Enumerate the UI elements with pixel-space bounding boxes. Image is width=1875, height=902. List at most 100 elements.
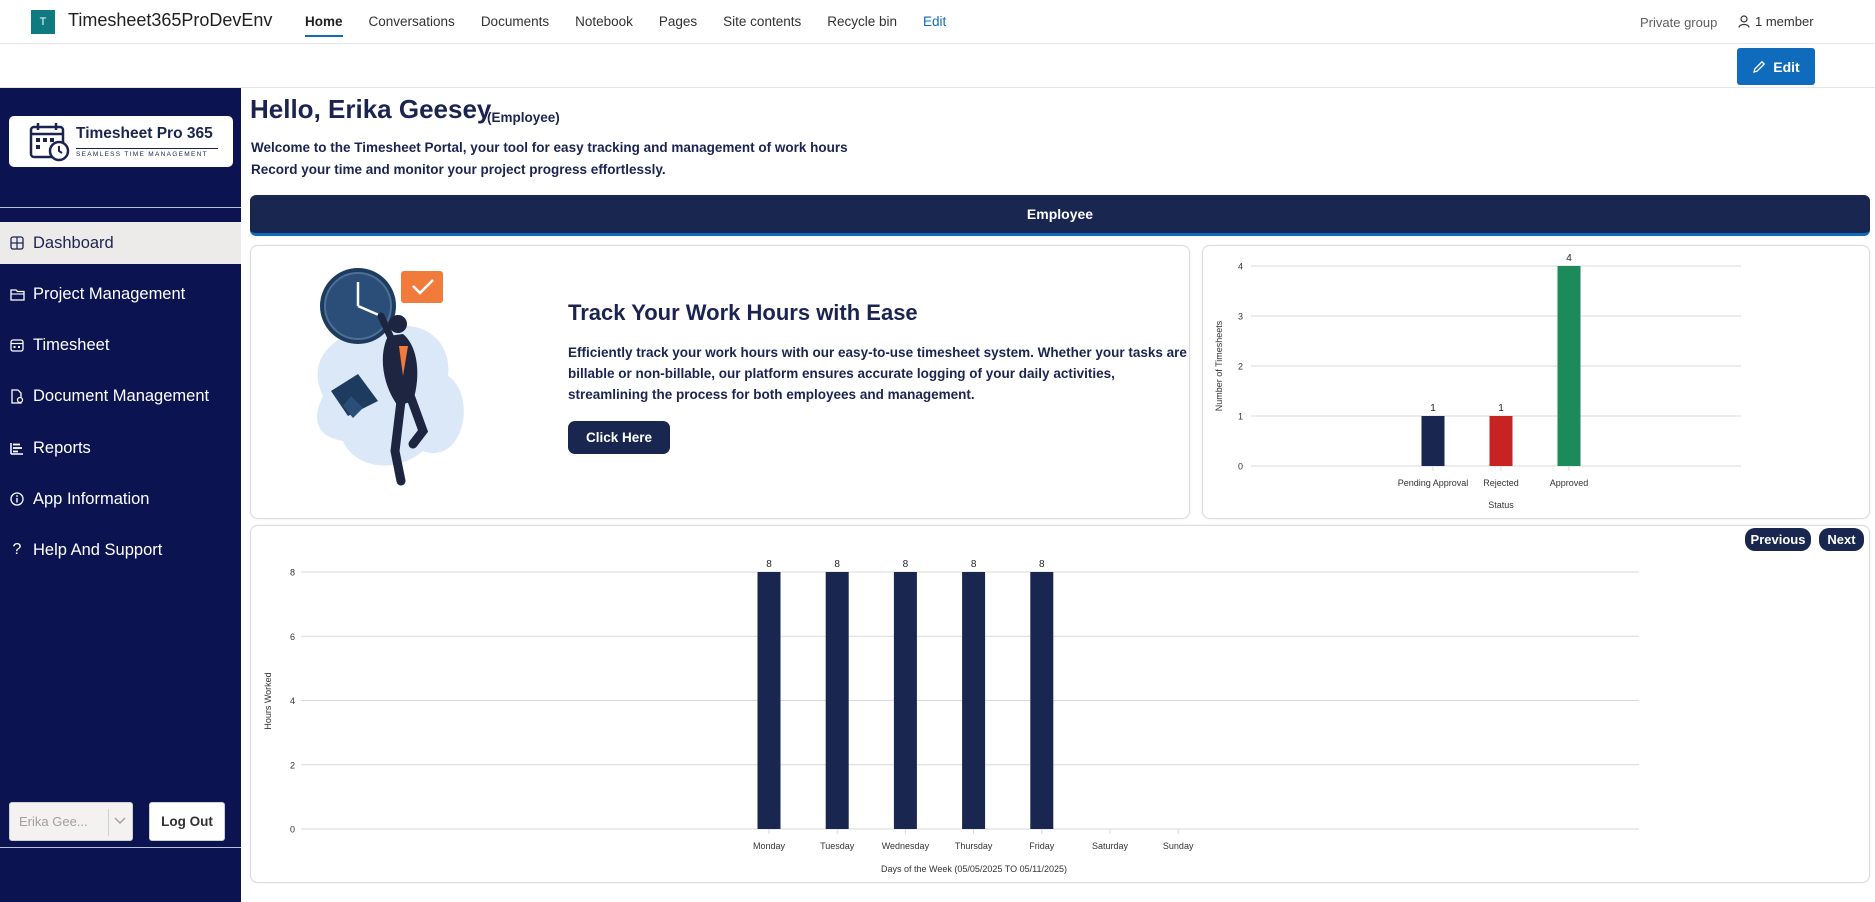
- sidebar-item-label: Document Management: [33, 386, 210, 405]
- member-count-label: 1 member: [1755, 14, 1814, 29]
- user-dropdown[interactable]: Erika Gee...: [9, 802, 133, 841]
- welcome-text-line1: Welcome to the Timesheet Portal, your to…: [251, 140, 848, 155]
- sidebar-item-timesheet[interactable]: Timesheet: [0, 324, 241, 366]
- x-tick-label: Wednesday: [882, 841, 930, 851]
- next-week-button[interactable]: Next: [1819, 528, 1864, 551]
- calendar-clock-icon: [29, 123, 70, 162]
- x-axis-title: Days of the Week (05/05/2025 TO 05/11/20…: [881, 864, 1067, 874]
- x-tick-label: Monday: [753, 841, 786, 851]
- x-tick-label: Friday: [1029, 841, 1055, 851]
- nav-notebook[interactable]: Notebook: [575, 14, 633, 29]
- x-tick-label: Sunday: [1163, 841, 1194, 851]
- data-label: 1: [1498, 403, 1504, 414]
- user-dropdown-value: Erika Gee...: [19, 814, 88, 829]
- sidebar-item-label: App Information: [33, 489, 150, 508]
- x-tick-label: Pending Approval: [1398, 478, 1469, 488]
- bar-wednesday: [893, 572, 917, 829]
- x-tick-label: Approved: [1550, 478, 1589, 488]
- sidebar: Timesheet Pro 365 SEAMLESS TIME MANAGEME…: [0, 88, 241, 902]
- weekly-hours-chart-card: 0 2 4 6 8 8 Monday 8 Tuesday 8 Wednesday 8 Thursday 8…: [250, 525, 1870, 883]
- bar-friday: [1030, 572, 1054, 829]
- sidebar-item-dashboard[interactable]: Dashboard: [0, 222, 241, 264]
- info-icon: [9, 491, 25, 507]
- y-tick-label: 3: [1238, 312, 1243, 322]
- sidebar-item-label: Timesheet: [33, 335, 110, 354]
- x-tick-label: Rejected: [1483, 478, 1519, 488]
- nav-recycle-bin[interactable]: Recycle bin: [827, 14, 897, 29]
- document-icon: [9, 388, 25, 404]
- nav-home[interactable]: Home: [305, 14, 343, 37]
- sidebar-item-reports[interactable]: Reports: [0, 427, 241, 469]
- sidebar-item-document-management[interactable]: Document Management: [0, 375, 241, 417]
- private-group-label: Private group: [1640, 15, 1718, 30]
- data-label: 8: [971, 559, 977, 570]
- question-icon: ?: [12, 541, 22, 558]
- nav-site-contents[interactable]: Site contents: [723, 14, 801, 29]
- edit-button-label: Edit: [1773, 58, 1800, 75]
- y-axis-title: Hours Worked: [263, 672, 273, 729]
- y-tick-label: 1: [1238, 412, 1243, 422]
- track-hours-card: Track Your Work Hours with Ease Efficien…: [250, 245, 1190, 519]
- x-tick-label: Tuesday: [820, 841, 855, 851]
- y-axis-title: Number of Timesheets: [1214, 320, 1224, 411]
- person-icon: [1738, 15, 1750, 28]
- data-label: 4: [1566, 253, 1572, 264]
- previous-week-button[interactable]: Previous: [1745, 528, 1811, 551]
- sidebar-item-label: Reports: [33, 438, 91, 457]
- nav-edit-link[interactable]: Edit: [923, 14, 946, 29]
- dropdown-separator: [108, 809, 109, 836]
- chevron-down-icon: [114, 817, 126, 824]
- y-tick-label: 0: [1238, 462, 1243, 472]
- site-logo[interactable]: T: [31, 10, 55, 34]
- data-label: 1: [1430, 403, 1436, 414]
- member-count[interactable]: 1 member: [1738, 14, 1814, 29]
- data-label: 8: [903, 559, 909, 570]
- y-tick-label: 8: [290, 568, 295, 578]
- clock-person-illustration: [317, 268, 464, 486]
- sidebar-item-label: Help And Support: [33, 540, 163, 559]
- app-logo: Timesheet Pro 365 SEAMLESS TIME MANAGEME…: [9, 116, 233, 167]
- sidebar-item-label: Project Management: [33, 284, 186, 303]
- x-tick-label: Saturday: [1092, 841, 1129, 851]
- y-tick-label: 6: [290, 632, 295, 642]
- data-label: 8: [766, 559, 772, 570]
- data-label: 8: [1039, 559, 1045, 570]
- x-tick-label: Thursday: [955, 841, 993, 851]
- sidebar-item-app-information[interactable]: App Information: [0, 478, 241, 520]
- page-edit-button[interactable]: Edit: [1737, 48, 1815, 85]
- pencil-icon: [1753, 60, 1766, 73]
- nav-documents[interactable]: Documents: [481, 14, 549, 29]
- sidebar-item-label: Dashboard: [33, 233, 114, 252]
- sidebar-item-project-management[interactable]: Project Management: [0, 273, 241, 315]
- status-chart-card: 0 1 2 3 4 1 Pending Approval 1 Rejected 4 Approved…: [1202, 245, 1870, 519]
- bar-thursday: [962, 572, 986, 829]
- data-label: 8: [834, 559, 840, 570]
- bar-tuesday: [825, 572, 849, 829]
- weekly-hours-chart: 0 2 4 6 8 8 Monday 8 Tuesday 8 Wednesday 8 Thursday 8…: [263, 559, 1639, 874]
- nav-pages[interactable]: Pages: [659, 14, 697, 29]
- y-tick-label: 2: [1238, 362, 1243, 372]
- greeting-heading: Hello, Erika Geesey: [250, 94, 492, 124]
- track-hours-description: Efficiently track your work hours with o…: [568, 345, 1187, 402]
- user-role: (Employee): [487, 110, 560, 125]
- bar-monday: [757, 572, 781, 829]
- sidebar-item-help-and-support[interactable]: ? Help And Support: [0, 529, 241, 571]
- sidebar-divider: [0, 207, 241, 208]
- app-logo-tagline: SEAMLESS TIME MANAGEMENT: [76, 148, 218, 158]
- y-tick-label: 2: [290, 760, 295, 770]
- log-out-button[interactable]: Log Out: [149, 802, 225, 841]
- welcome-text-line2: Record your time and monitor your projec…: [251, 162, 666, 177]
- x-axis-title: Status: [1488, 500, 1514, 510]
- click-here-button[interactable]: Click Here: [568, 421, 670, 454]
- calendar-icon: [9, 337, 25, 353]
- command-bar: [0, 44, 1875, 88]
- nav-conversations[interactable]: Conversations: [369, 14, 455, 29]
- timesheet-status-chart: 0 1 2 3 4 1 Pending Approval 1 Rejected 4 Approved…: [1214, 253, 1741, 510]
- bar-rejected: [1489, 416, 1513, 466]
- y-tick-label: 4: [290, 696, 295, 706]
- bar-approved: [1557, 266, 1581, 466]
- site-title[interactable]: Timesheet365ProDevEnv: [68, 10, 272, 31]
- y-tick-label: 4: [1238, 262, 1243, 272]
- bar-pending-approval: [1421, 416, 1445, 466]
- tab-employee[interactable]: Employee: [250, 195, 1870, 236]
